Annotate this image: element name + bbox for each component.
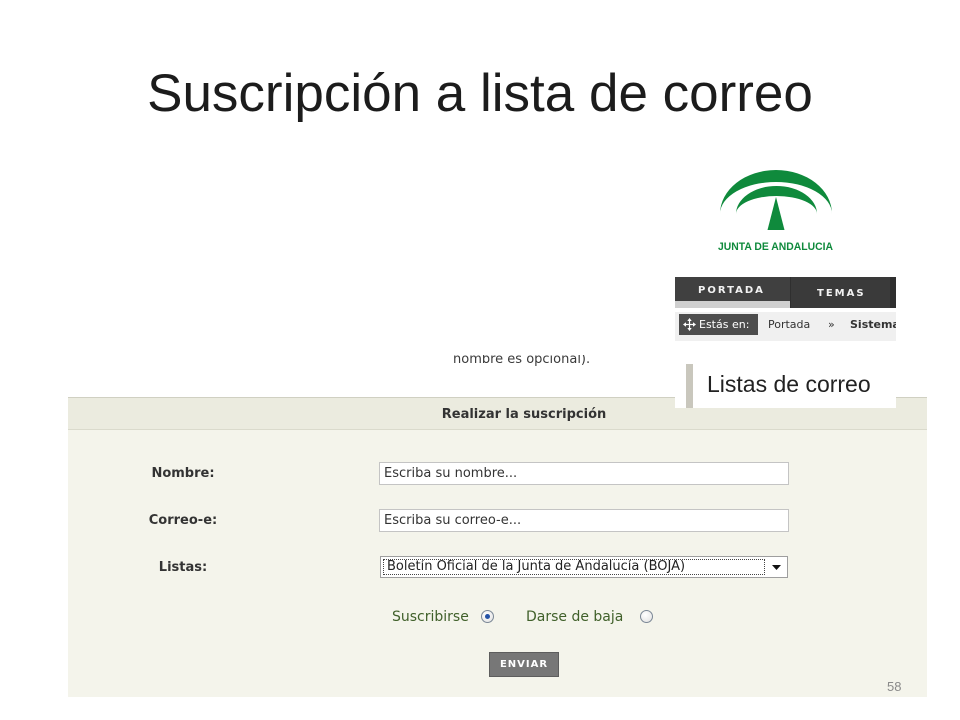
breadcrumb-prefix-label: Estás en: [699,318,750,331]
intro-text-fragment: nombre es opcional). [448,355,608,368]
chevron-down-icon [772,564,781,570]
active-tab-indicator [675,301,790,308]
breadcrumb-item-sistema[interactable]: Sistema [850,318,896,331]
junta-de-andalucia-logo: JUNTA DE ANDALUCIA [718,170,833,253]
section-heading-label: Listas de correo [707,371,871,397]
darse-de-baja-label: Darse de baja [526,609,624,625]
breadcrumb-separator: » [828,318,835,331]
nav-tab-label: TEMAS [817,288,866,299]
section-heading: Listas de correo [675,362,896,408]
nav-tab-portada[interactable]: PORTADA [675,277,790,308]
intro-text: nombre es opcional). [453,355,591,367]
subscription-form: Realizar la suscripción Nombre: Correo-e… [68,397,927,697]
listas-select[interactable]: Boletín Oficial de la Junta de Andalucía… [380,556,788,578]
nav-tab-label: PORTADA [698,285,765,296]
slide-number: 58 [887,679,902,694]
move-arrows-icon [683,318,696,331]
nombre-label: Nombre: [151,466,215,481]
dropdown-button[interactable] [767,558,786,576]
listas-selected-option: Boletín Oficial de la Junta de Andalucía… [383,559,765,575]
logo-pillar [767,197,785,230]
listas-label: Listas: [158,560,208,575]
heading-accent-bar [686,364,693,408]
logo-wordmark: JUNTA DE ANDALUCIA [718,241,833,253]
breadcrumb-item-portada[interactable]: Portada [768,318,810,331]
logo-emblem-icon [720,170,832,230]
darse-de-baja-radio[interactable] [640,610,653,623]
suscribirse-radio[interactable] [481,610,494,623]
main-nav: PORTADA TEMAS [675,277,896,308]
nav-tab-temas[interactable]: TEMAS [791,277,890,308]
correo-input[interactable] [379,509,789,532]
breadcrumb-prefix: Estás en: [679,314,758,335]
breadcrumb: Estás en: Portada » Sistema [675,312,896,341]
slide-title: Suscripción a lista de correo [147,64,813,123]
nombre-input[interactable] [379,462,789,485]
suscribirse-label: Suscribirse [392,609,469,625]
form-title: Realizar la suscripción [441,407,607,422]
enviar-button[interactable]: ENVIAR [489,652,559,677]
correo-label: Correo-e: [148,513,218,528]
